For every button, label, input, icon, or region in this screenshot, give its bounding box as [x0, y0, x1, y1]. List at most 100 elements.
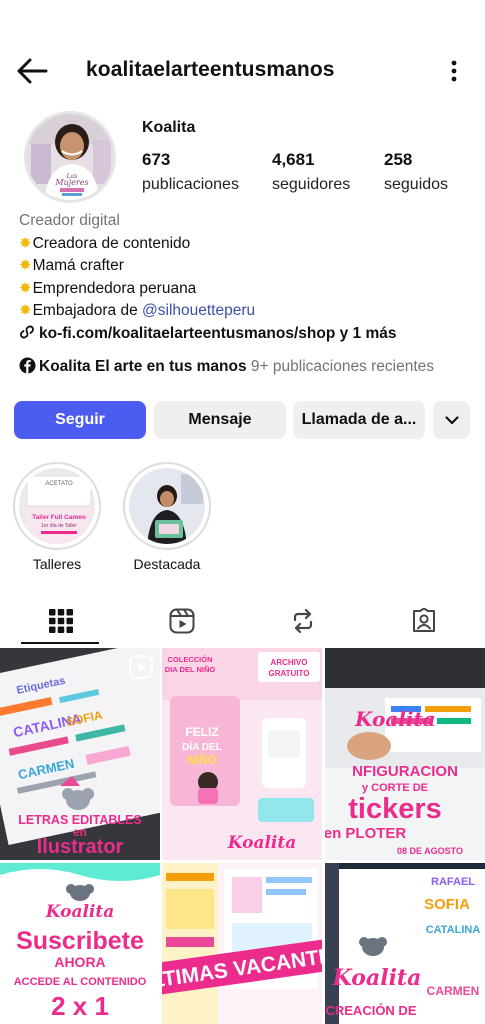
- post-label-text: en PLOTER: [325, 825, 406, 842]
- post-label-text: SOFIA: [424, 896, 470, 913]
- post-image: RAFAEL SOFIA CATALINA CARMEN Koalita CRE…: [325, 863, 485, 1024]
- post-image: Koalita Suscribete AHORA ACCEDE AL CONTE…: [0, 863, 160, 1024]
- highlight-label: Talleres: [32, 556, 82, 572]
- highlight-label: Destacada: [133, 556, 201, 572]
- sparkle-icon: ✸: [19, 257, 32, 274]
- posts-label: publicaciones: [142, 176, 239, 193]
- bio-line: ✸Creadora de contenido: [19, 233, 479, 256]
- more-options-icon[interactable]: [451, 60, 457, 82]
- post-caption: Ilustrator: [36, 836, 124, 858]
- post-label-text: 08 DE AGOSTO: [397, 846, 463, 856]
- tagged-icon: [412, 608, 435, 632]
- post-label-text: Koalita: [354, 707, 436, 731]
- highlight-ring: ACETATO Taller Full Cameo 1er día de Tal…: [13, 462, 101, 550]
- profile-category: Creador digital: [19, 212, 120, 229]
- avatar-photo: Las Mujeres: [27, 114, 113, 200]
- followers-label: seguidores: [272, 176, 351, 193]
- post-thumbnail[interactable]: RAFAEL SOFIA CATALINA CARMEN Koalita CRE…: [325, 863, 485, 1024]
- cover-sub-text: 1er día de Taller: [41, 523, 77, 529]
- facebook-page-row[interactable]: Koalita El arte en tus manos 9+ publicac…: [19, 357, 434, 376]
- profile-avatar[interactable]: Las Mujeres: [24, 111, 116, 203]
- following-count[interactable]: 258 seguidos: [384, 150, 448, 194]
- post-label-text: tickers: [348, 793, 442, 825]
- post-label-text: COLECCIÓN: [168, 655, 213, 664]
- post-thumbnail[interactable]: Etiquetas CATALINA SOFIA CARMEN LETRAS E…: [0, 648, 160, 860]
- reels-icon: [169, 608, 194, 634]
- bio-line: ✸Embajadora de @silhouetteperu: [19, 300, 479, 323]
- post-image: Koalita NFIGURACION y CORTE DE tickers e…: [325, 648, 485, 860]
- sparkle-icon: ✸: [19, 302, 32, 319]
- post-label-text: FELIZ: [185, 725, 218, 739]
- top-bar: koalitaelarteentusmanos: [0, 48, 485, 94]
- post-label-text: NIÑO: [187, 752, 217, 767]
- active-tab-indicator: [21, 642, 99, 644]
- tab-reels[interactable]: [121, 597, 242, 645]
- post-thumbnail[interactable]: Koalita Suscribete AHORA ACCEDE AL CONTE…: [0, 863, 160, 1024]
- post-label-text: CATALINA: [426, 924, 481, 936]
- bio-text: Mamá crafter: [32, 257, 124, 274]
- cover-title-text: Taller Full Cameo: [32, 514, 86, 521]
- repost-icon: [293, 608, 312, 634]
- post-label-text: 2 x 1: [51, 991, 109, 1021]
- post-label-text: ACCEDE AL CONTENIDO: [14, 976, 147, 988]
- svg-text:ARCHIVO: ARCHIVO: [271, 658, 308, 667]
- message-button[interactable]: Mensaje: [154, 401, 286, 439]
- post-label-text: Suscribete: [16, 927, 144, 955]
- bio-text: Creadora de contenido: [32, 234, 191, 252]
- back-arrow-icon[interactable]: [16, 58, 48, 84]
- following-label: seguidos: [384, 176, 449, 193]
- posts-count[interactable]: 673 publicaciones: [142, 150, 239, 194]
- profile-link[interactable]: ko-fi.com/koalitaelarteentusmanos/shop y…: [39, 325, 396, 342]
- suggested-accounts-button[interactable]: [433, 401, 470, 439]
- followers-value: 4,681: [272, 150, 315, 169]
- sparkle-icon: ✸: [19, 234, 32, 252]
- cover-top-text: ACETATO: [45, 481, 73, 487]
- svg-text:Mujeres: Mujeres: [54, 178, 88, 187]
- bio-text: Emprendedora peruana: [32, 279, 197, 297]
- post-label-text: CARMEN: [427, 984, 480, 998]
- highlight-cover-image: ACETATO Taller Full Cameo 1er día de Tal…: [19, 468, 95, 544]
- tab-reposts[interactable]: [242, 597, 363, 645]
- svg-text:GRATUITO: GRATUITO: [268, 669, 309, 678]
- sparkle-icon: ✸: [19, 279, 32, 297]
- facebook-icon: [19, 357, 36, 374]
- bio-line: ✸Mamá crafter: [19, 255, 479, 278]
- post-image: COLECCIÓN DIA DEL NIÑO ARCHIVO GRATUITO …: [162, 648, 322, 860]
- tab-grid[interactable]: [0, 597, 121, 645]
- post-label-text: RAFAEL: [431, 876, 475, 888]
- profile-name: Koalita: [142, 119, 196, 136]
- bio-text: Embajadora de: [32, 302, 143, 319]
- post-label-text: DIA DEL NIÑO: [165, 665, 216, 674]
- profile-username: koalitaelarteentusmanos: [86, 58, 335, 81]
- post-label-text: Koalita: [227, 833, 297, 853]
- posts-grid: Etiquetas CATALINA SOFIA CARMEN LETRAS E…: [0, 648, 485, 1024]
- grid-icon: [48, 609, 73, 633]
- following-value: 258: [384, 150, 413, 169]
- post-label-text: AHORA: [54, 954, 105, 970]
- highlight-talleres[interactable]: ACETATO Taller Full Cameo 1er día de Tal…: [12, 462, 102, 572]
- highlight-destacada[interactable]: Destacada: [122, 462, 212, 572]
- highlight-cover: ACETATO Taller Full Cameo 1er día de Tal…: [19, 468, 95, 544]
- chevron-down-icon: [444, 415, 459, 424]
- post-label-text: Koalita: [45, 902, 115, 922]
- profile-bio: Creador digital ✸Creadora de contenido ✸…: [19, 210, 479, 345]
- post-label-text: NFIGURACION: [352, 763, 458, 780]
- post-thumbnail[interactable]: COLECCIÓN DIA DEL NIÑO ARCHIVO GRATUITO …: [162, 648, 322, 860]
- profile-tabs: [0, 597, 485, 647]
- post-thumbnail[interactable]: Koalita NFIGURACION y CORTE DE tickers e…: [325, 648, 485, 860]
- post-thumbnail[interactable]: LTIMAS VACANTE: [162, 863, 322, 1024]
- posts-value: 673: [142, 150, 171, 169]
- post-label-text: CREACIÓN DE: [325, 1003, 416, 1018]
- mention-link[interactable]: @silhouetteperu: [142, 302, 255, 319]
- bio-line: ✸Emprendedora peruana: [19, 278, 479, 301]
- post-label-text: Koalita: [332, 965, 422, 991]
- follow-button[interactable]: Seguir: [14, 401, 146, 439]
- post-label-text: DÍA DEL: [182, 740, 222, 753]
- profile-link-row[interactable]: ko-fi.com/koalitaelarteentusmanos/shop y…: [19, 323, 479, 346]
- followers-count[interactable]: 4,681 seguidores: [272, 150, 350, 194]
- call-button[interactable]: Llamada de a...: [293, 401, 425, 439]
- link-icon: [20, 325, 34, 338]
- tab-tagged[interactable]: [363, 597, 484, 645]
- highlight-ring: [123, 462, 211, 550]
- post-image: LTIMAS VACANTE: [162, 863, 322, 1024]
